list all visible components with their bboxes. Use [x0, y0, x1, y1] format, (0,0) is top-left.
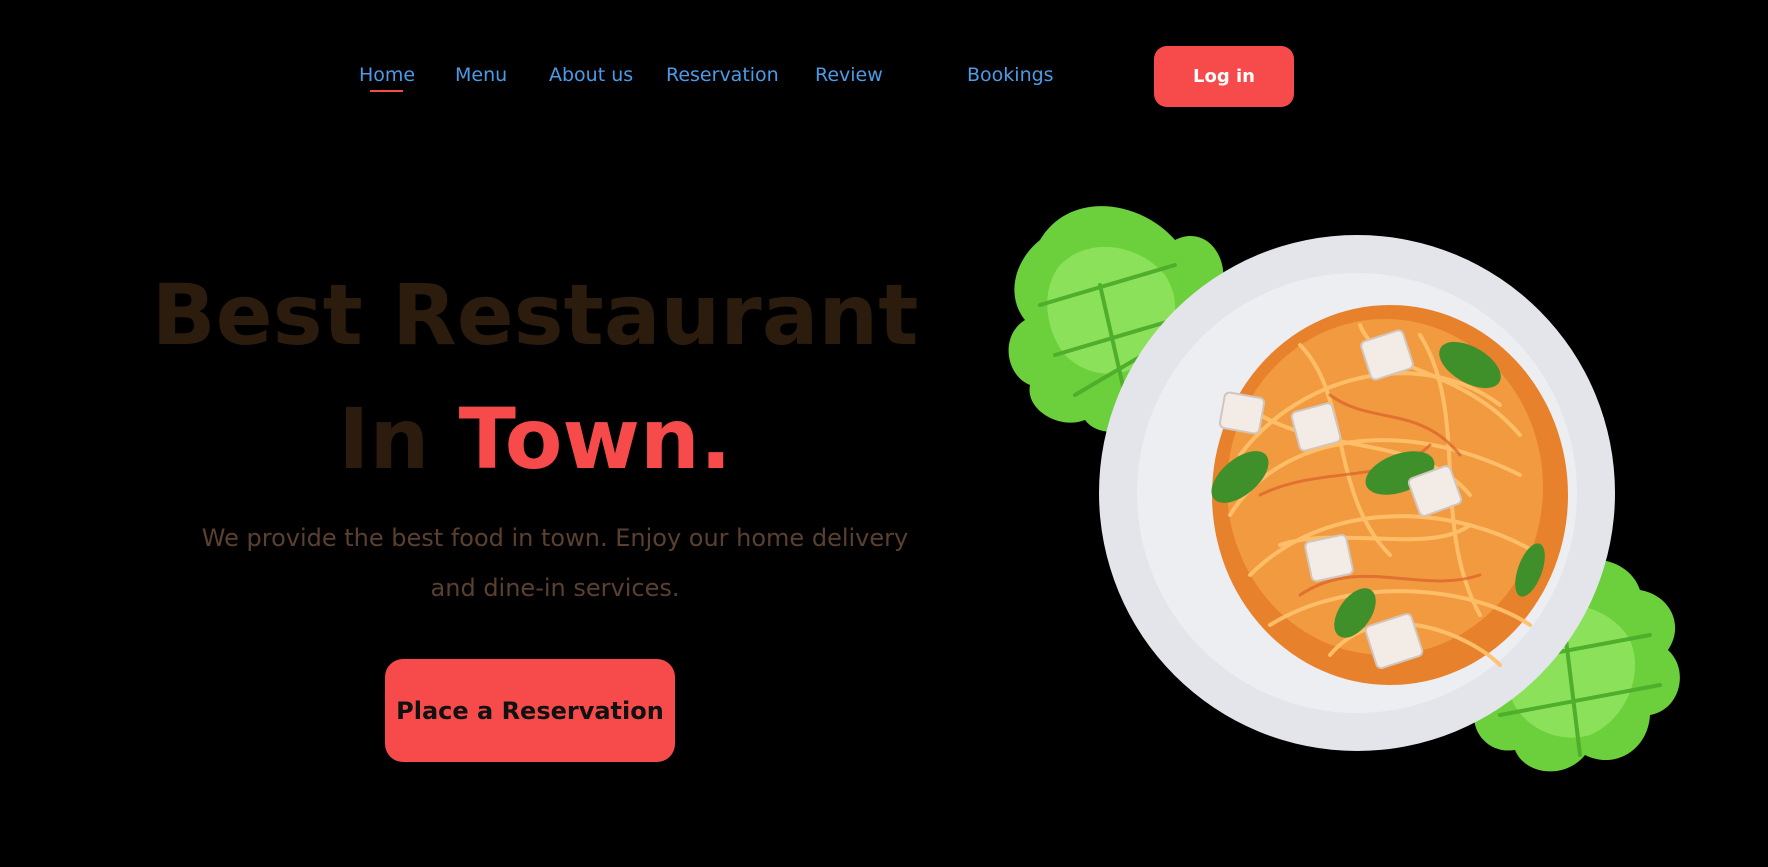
hero-headline-prefix: In: [338, 390, 459, 488]
nav-link-about-us[interactable]: About us: [549, 63, 633, 87]
hero-headline-line2: In Town.: [150, 389, 920, 489]
active-nav-indicator: [370, 90, 403, 92]
nav-link-home[interactable]: Home: [359, 63, 415, 87]
hero-description-line2: and dine-in services.: [430, 574, 680, 602]
landing-page: Home Menu About us Reservation Review Bo…: [0, 0, 1768, 867]
spaghetti-plate-image: [1008, 206, 1680, 772]
hero-description: We provide the best food in town. Enjoy …: [170, 513, 940, 613]
hero-description-line1: We provide the best food in town. Enjoy …: [201, 524, 909, 552]
hero-headline-line1: Best Restaurant: [151, 266, 919, 364]
nav-link-reservation[interactable]: Reservation: [666, 63, 779, 87]
place-reservation-button[interactable]: Place a Reservation: [385, 659, 675, 762]
nav-link-bookings[interactable]: Bookings: [967, 63, 1054, 87]
login-button[interactable]: Log in: [1154, 46, 1294, 107]
hero-headline-accent: Town.: [458, 390, 732, 488]
nav-link-menu[interactable]: Menu: [455, 63, 507, 87]
nav-link-review[interactable]: Review: [815, 63, 883, 87]
